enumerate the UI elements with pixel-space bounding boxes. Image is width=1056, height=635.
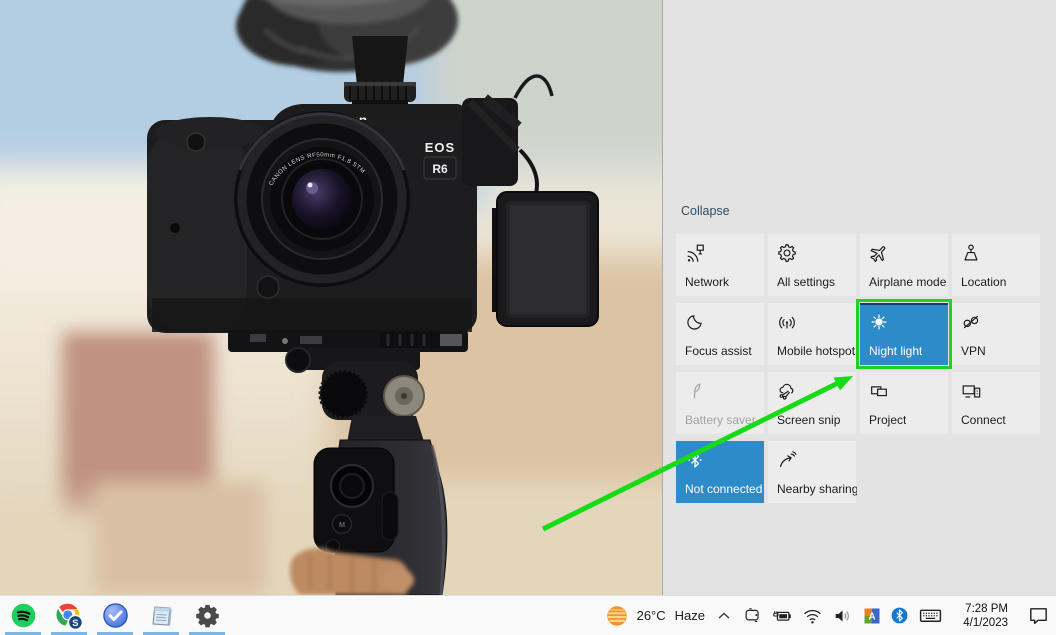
- clock-time: 7:28 PM: [965, 602, 1008, 615]
- svg-text:S: S: [72, 617, 78, 627]
- quick-action-battery-saver: Battery saver: [676, 372, 764, 434]
- weather-widget[interactable]: 26°C Haze: [604, 603, 705, 629]
- quick-action-label: Night light: [869, 344, 923, 358]
- taskbar-app-check[interactable]: [92, 596, 138, 635]
- wifi-icon[interactable]: [802, 605, 823, 626]
- quick-action-label: Screen snip: [777, 413, 841, 427]
- brightness-row: [663, 520, 1056, 564]
- quick-action-label: Not connected: [685, 482, 763, 496]
- settings-gear-icon: [778, 244, 796, 262]
- weather-condition: Haze: [674, 608, 705, 623]
- quick-action-label: Battery saver: [685, 413, 756, 427]
- taskbar-pinned-apps: S: [0, 596, 230, 635]
- action-center-panel: Collapse Network All settings Airplane m…: [662, 0, 1056, 595]
- svg-text:M: M: [339, 522, 345, 529]
- quick-action-label: Mobile hotspot: [777, 344, 856, 358]
- gear-icon: [195, 604, 219, 628]
- camera-model-eos: EOS: [425, 140, 455, 155]
- screen-snip-icon: [779, 383, 794, 400]
- project-icon: [871, 386, 887, 397]
- quick-action-label: Nearby sharing: [777, 482, 857, 496]
- taskbar-clock[interactable]: 7:28 PM 4/1/2023: [952, 602, 1008, 630]
- weather-text: 26°C Haze: [637, 608, 705, 623]
- network-icon: [687, 244, 704, 262]
- system-tray: 26°C Haze A 7:28 PM 4/1/2023: [604, 596, 1050, 635]
- quick-action-label: Network: [685, 275, 730, 289]
- camera-illustration: Canon CANON LENS RF50mm F1.8 STM: [0, 0, 662, 595]
- check-circle-icon: [102, 603, 128, 628]
- quick-action-label: Connect: [961, 413, 1006, 427]
- moon-icon: [687, 315, 702, 330]
- battery-charging-icon[interactable]: [771, 605, 793, 627]
- taskbar-app-notepad[interactable]: [138, 596, 184, 635]
- taskbar: S 26°C Haze A 7:28 PM 4/1/2023: [0, 595, 1056, 635]
- wallpaper-photo: Canon CANON LENS RF50mm F1.8 STM: [0, 0, 662, 595]
- desktop-screen: Canon CANON LENS RF50mm F1.8 STM: [0, 0, 1056, 635]
- connect-icon: [962, 385, 981, 398]
- quick-action-bluetooth-not-connected[interactable]: Not connected: [676, 441, 764, 503]
- weather-temperature: 26°C: [636, 608, 666, 623]
- notepad-icon: [151, 606, 172, 627]
- quick-action-label: Location: [961, 275, 1007, 289]
- quick-action-label: All settings: [777, 275, 836, 289]
- taskbar-app-chrome[interactable]: S: [46, 596, 92, 635]
- taskbar-app-settings[interactable]: [184, 596, 230, 635]
- camera-flip-screen: [492, 191, 599, 327]
- bluetooth-tray-icon[interactable]: [890, 606, 909, 625]
- vpn-icon: [963, 315, 979, 329]
- night-light-icon: [871, 314, 887, 330]
- quick-action-label: VPN: [961, 344, 986, 358]
- quick-action-network[interactable]: Network: [676, 234, 764, 296]
- hotspot-icon: [779, 316, 795, 329]
- action-center-icon[interactable]: [1027, 604, 1050, 627]
- camera-lens: CANON LENS RF50mm F1.8 STM: [234, 111, 410, 287]
- camera-model-r6: R6: [432, 162, 448, 176]
- svg-text:A: A: [868, 611, 875, 622]
- location-icon: [964, 244, 978, 261]
- quick-action-mobile-hotspot[interactable]: Mobile hotspot: [768, 303, 856, 365]
- tablet-mode-icon[interactable]: [743, 606, 762, 625]
- quick-action-label: Airplane mode: [869, 275, 947, 289]
- bluetooth-icon: [688, 452, 702, 468]
- chevron-up-icon[interactable]: [714, 606, 734, 626]
- clock-date: 4/1/2023: [963, 616, 1008, 629]
- nearby-sharing-icon: [779, 451, 797, 468]
- language-input-icon[interactable]: A: [863, 607, 881, 625]
- quick-action-focus-assist[interactable]: Focus assist: [676, 303, 764, 365]
- quick-action-all-settings[interactable]: All settings: [768, 234, 856, 296]
- quick-action-airplane-mode[interactable]: Airplane mode: [860, 234, 948, 296]
- quick-action-label: Project: [869, 413, 907, 427]
- weather-haze-icon: [606, 605, 627, 626]
- quick-actions-grid: Network All settings Airplane mode Locat…: [676, 234, 1040, 503]
- quick-action-nearby-sharing[interactable]: Nearby sharing: [768, 441, 857, 503]
- collapse-link[interactable]: Collapse: [681, 204, 730, 218]
- quick-action-label: Focus assist: [685, 344, 752, 358]
- quick-action-screen-snip[interactable]: Screen snip: [768, 372, 856, 434]
- quick-action-location[interactable]: Location: [952, 234, 1040, 296]
- airplane-icon: [870, 246, 886, 263]
- touch-keyboard-icon[interactable]: [918, 603, 943, 628]
- chrome-icon: S: [56, 603, 83, 630]
- quick-action-connect[interactable]: Connect: [952, 372, 1040, 434]
- quick-action-vpn[interactable]: VPN: [952, 303, 1040, 365]
- volume-icon[interactable]: [832, 605, 854, 627]
- battery-saver-icon: [693, 383, 701, 399]
- quick-action-project[interactable]: Project: [860, 372, 948, 434]
- taskbar-app-spotify[interactable]: [0, 596, 46, 635]
- quick-action-night-light[interactable]: Night light: [856, 299, 952, 369]
- spotify-icon: [11, 603, 35, 628]
